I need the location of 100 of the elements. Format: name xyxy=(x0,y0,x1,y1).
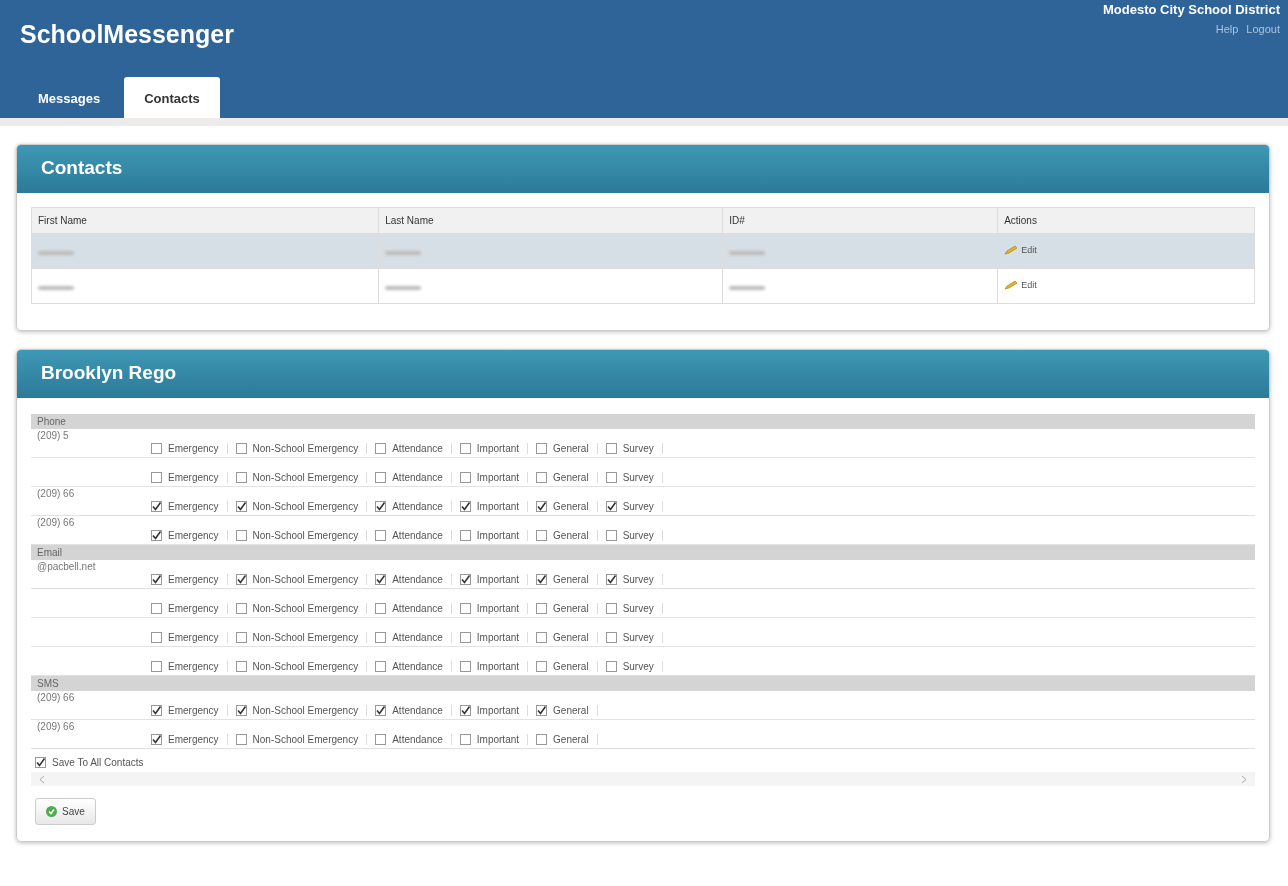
checkbox[interactable] xyxy=(605,530,617,541)
checkbox[interactable] xyxy=(151,632,162,643)
checkbox[interactable] xyxy=(459,530,471,541)
checkbox[interactable] xyxy=(235,501,247,512)
checkbox[interactable] xyxy=(459,705,471,716)
option-label: Non-School Emergency xyxy=(252,661,359,672)
header-link[interactable]: Logout xyxy=(1246,23,1280,35)
checkbox[interactable] xyxy=(151,501,162,512)
option-label: Survey xyxy=(622,443,654,454)
checkbox[interactable] xyxy=(375,603,387,614)
checkbox[interactable] xyxy=(605,501,617,512)
contact-row[interactable]: Edit xyxy=(31,233,1255,269)
checkbox[interactable] xyxy=(605,443,617,454)
option-label: Non-School Emergency xyxy=(252,603,359,614)
edit-link[interactable]: Edit xyxy=(1004,245,1037,255)
option-label: Attendance xyxy=(392,632,443,643)
checkbox[interactable] xyxy=(536,632,548,643)
checkbox[interactable] xyxy=(605,574,617,585)
scroll-left-icon[interactable] xyxy=(39,774,45,784)
nav-tab[interactable]: Contacts xyxy=(124,77,220,118)
checkbox[interactable] xyxy=(235,705,247,716)
option-label: General xyxy=(553,574,589,585)
checkbox[interactable] xyxy=(375,472,387,483)
checkbox[interactable] xyxy=(151,443,162,454)
option-label: Non-School Emergency xyxy=(252,632,359,643)
checkbox[interactable] xyxy=(35,757,46,768)
checkbox[interactable] xyxy=(459,632,471,643)
column-header: Last Name xyxy=(378,207,723,234)
checkbox[interactable] xyxy=(375,574,387,585)
checkbox[interactable] xyxy=(375,501,387,512)
checkbox[interactable] xyxy=(151,661,162,672)
checkbox[interactable] xyxy=(151,603,162,614)
checkbox[interactable] xyxy=(459,603,471,614)
option-label: Important xyxy=(476,603,520,614)
checkbox[interactable] xyxy=(459,661,471,672)
checkbox[interactable] xyxy=(605,472,617,483)
checkbox[interactable] xyxy=(536,661,548,672)
checkbox[interactable] xyxy=(459,472,471,483)
edit-link[interactable]: Edit xyxy=(1004,280,1037,290)
save-button[interactable]: Save xyxy=(35,798,96,825)
option-label: Non-School Emergency xyxy=(252,734,359,745)
option-label: General xyxy=(553,661,589,672)
option-label: Important xyxy=(476,574,520,585)
option-label: Attendance xyxy=(392,501,443,512)
group-header: Phone xyxy=(31,414,1255,429)
checkbox[interactable] xyxy=(536,574,548,585)
checkbox[interactable] xyxy=(536,734,548,745)
checkbox[interactable] xyxy=(459,734,471,745)
header-link[interactable]: Help xyxy=(1215,23,1239,35)
checkbox[interactable] xyxy=(151,574,162,585)
checkbox[interactable] xyxy=(235,530,247,541)
checkbox[interactable] xyxy=(235,574,247,585)
contact-value: (209) 66 xyxy=(37,721,75,732)
checkbox[interactable] xyxy=(235,632,247,643)
checkbox[interactable] xyxy=(375,632,387,643)
checkbox[interactable] xyxy=(151,472,162,483)
checkbox[interactable] xyxy=(459,574,471,585)
checkbox[interactable] xyxy=(536,603,548,614)
option-label: Emergency xyxy=(168,661,219,672)
app-title: SchoolMessenger xyxy=(20,20,234,49)
contact-row[interactable]: Edit xyxy=(31,268,1255,304)
option-label: Non-School Emergency xyxy=(252,705,359,716)
checkbox[interactable] xyxy=(605,661,617,672)
checkbox[interactable] xyxy=(235,443,247,454)
checkbox[interactable] xyxy=(235,734,247,745)
pencil-icon xyxy=(1004,280,1019,290)
option-label: Emergency xyxy=(168,632,219,643)
scroll-right-icon[interactable] xyxy=(1241,774,1247,784)
checkbox[interactable] xyxy=(375,530,387,541)
contact-value: (209) 66 xyxy=(37,692,75,703)
nav-tab[interactable]: Messages xyxy=(18,77,121,118)
checkbox[interactable] xyxy=(375,661,387,672)
checkbox[interactable] xyxy=(375,705,387,716)
contact-value: (209) 66 xyxy=(37,517,75,528)
checkbox[interactable] xyxy=(536,443,548,454)
checkbox[interactable] xyxy=(536,705,548,716)
redacted-text xyxy=(38,250,74,255)
checkbox[interactable] xyxy=(459,501,471,512)
checkbox[interactable] xyxy=(375,443,387,454)
contact-value: (209) 5 xyxy=(37,430,69,441)
checkbox[interactable] xyxy=(151,705,162,716)
checkbox[interactable] xyxy=(536,472,548,483)
checkbox[interactable] xyxy=(605,632,617,643)
option-label: Important xyxy=(476,734,520,745)
option-label: Emergency xyxy=(168,734,219,745)
checkbox[interactable] xyxy=(375,734,387,745)
checkbox-label: Save To All Contacts xyxy=(52,757,144,768)
checkbox[interactable] xyxy=(151,530,162,541)
checkbox[interactable] xyxy=(235,661,247,672)
checkbox[interactable] xyxy=(605,603,617,614)
panel-title: Brooklyn Rego xyxy=(17,350,1269,398)
checkbox[interactable] xyxy=(459,443,471,454)
checkbox[interactable] xyxy=(536,530,548,541)
contact-value: @pacbell.net xyxy=(37,561,96,572)
option-label: Important xyxy=(476,705,520,716)
checkbox[interactable] xyxy=(235,603,247,614)
checkbox[interactable] xyxy=(536,501,548,512)
option-label: Non-School Emergency xyxy=(252,472,359,483)
checkbox[interactable] xyxy=(235,472,247,483)
checkbox[interactable] xyxy=(151,734,162,745)
